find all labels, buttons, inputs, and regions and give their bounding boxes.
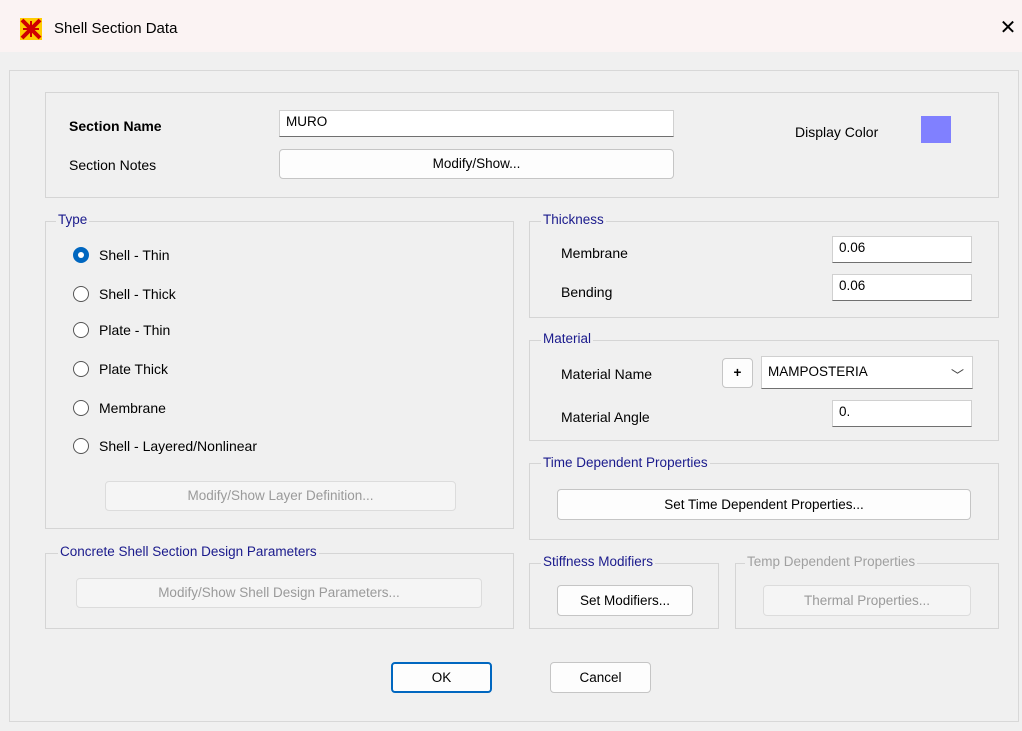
radio-label: Plate Thick (99, 361, 168, 377)
radio-unchecked-icon[interactable] (73, 438, 89, 454)
radio-shell-layered[interactable]: Shell - Layered/Nonlinear (73, 438, 313, 456)
section-header-group (45, 92, 999, 198)
radio-plate-thick[interactable]: Plate Thick (73, 361, 313, 379)
modify-shell-design-button[interactable]: Modify/Show Shell Design Parameters... (76, 578, 482, 608)
add-material-button[interactable]: + (722, 358, 753, 388)
window-title: Shell Section Data (54, 20, 178, 37)
set-time-dependent-button[interactable]: Set Time Dependent Properties... (557, 489, 971, 520)
concrete-design-legend: Concrete Shell Section Design Parameters (58, 544, 319, 560)
cancel-button[interactable]: Cancel (550, 662, 651, 693)
chevron-down-icon[interactable]: ﹀ (951, 365, 964, 384)
display-color-label: Display Color (795, 124, 879, 140)
thickness-legend: Thickness (541, 212, 606, 228)
material-angle-label: Material Angle (561, 409, 650, 425)
section-name-input[interactable]: MURO (279, 110, 674, 137)
membrane-thickness-input[interactable]: 0.06 (832, 236, 972, 263)
modify-layer-definition-button[interactable]: Modify/Show Layer Definition... (105, 481, 456, 511)
display-color-swatch[interactable] (921, 116, 951, 143)
membrane-label: Membrane (561, 245, 628, 261)
material-legend: Material (541, 331, 594, 347)
radio-unchecked-icon[interactable] (73, 400, 89, 416)
radio-label: Plate - Thin (99, 322, 171, 338)
radio-label: Shell - Thick (99, 286, 176, 302)
radio-membrane[interactable]: Membrane (73, 400, 313, 418)
radio-shell-thick[interactable]: Shell - Thick (73, 286, 313, 304)
stiffness-modifiers-legend: Stiffness Modifiers (541, 554, 656, 570)
radio-unchecked-icon[interactable] (73, 286, 89, 302)
time-dependent-legend: Time Dependent Properties (541, 455, 710, 471)
radio-unchecked-icon[interactable] (73, 322, 89, 338)
type-legend: Type (56, 212, 90, 228)
material-name-value: MAMPOSTERIA (768, 364, 868, 379)
material-name-label: Material Name (561, 366, 653, 382)
section-notes-label: Section Notes (69, 157, 157, 173)
radio-plate-thin[interactable]: Plate - Thin (73, 322, 313, 340)
ok-button[interactable]: OK (391, 662, 492, 693)
bending-thickness-input[interactable]: 0.06 (832, 274, 972, 301)
radio-label: Shell - Layered/Nonlinear (99, 438, 257, 454)
app-logo-icon (20, 18, 42, 40)
radio-label: Membrane (99, 400, 166, 416)
set-modifiers-button[interactable]: Set Modifiers... (557, 585, 693, 616)
radio-unchecked-icon[interactable] (73, 361, 89, 377)
modify-show-notes-button[interactable]: Modify/Show... (279, 149, 674, 179)
material-angle-input[interactable]: 0. (832, 400, 972, 427)
thermal-properties-button[interactable]: Thermal Properties... (763, 585, 971, 616)
close-icon[interactable]: ✕ (996, 16, 1020, 40)
bending-label: Bending (561, 284, 613, 300)
radio-label: Shell - Thin (99, 247, 170, 263)
material-name-select[interactable]: MAMPOSTERIA ﹀ (761, 356, 973, 389)
temp-dependent-legend: Temp Dependent Properties (745, 554, 918, 570)
section-name-label: Section Name (69, 118, 162, 134)
radio-shell-thin[interactable]: Shell - Thin (73, 247, 313, 265)
radio-checked-icon[interactable] (73, 247, 89, 263)
